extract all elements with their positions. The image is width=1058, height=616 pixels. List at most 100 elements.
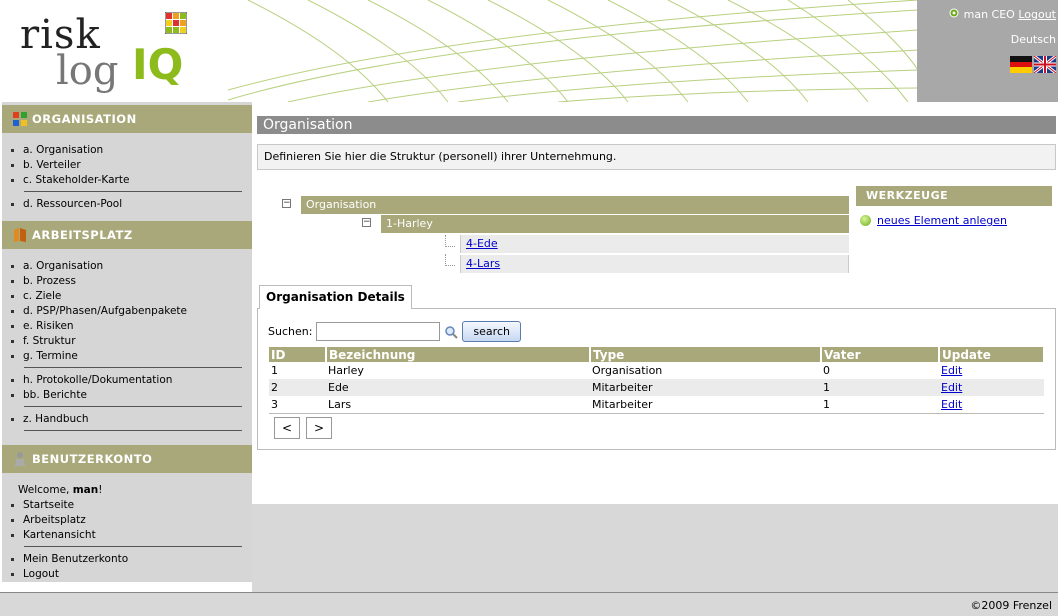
user-name: man CEO — [963, 8, 1015, 21]
divider — [10, 543, 252, 552]
details-panel: Suchen: search ID Bezeichnung Type Vater… — [257, 308, 1056, 450]
sidebar-item-verteiler[interactable]: b. Verteiler — [10, 158, 252, 173]
divider — [10, 188, 252, 197]
tools-item: neues Element anlegen — [860, 214, 1007, 227]
cell-type: Mitarbeiter — [590, 379, 821, 396]
logo-grid-icon — [165, 12, 187, 34]
column-header-vater[interactable]: Vater — [821, 347, 940, 362]
cell-parent: 0 — [823, 364, 830, 377]
footer: ©2009 Frenzel — [0, 592, 1058, 616]
organisation-menu: a. Organisation b. Verteiler c. Stakehol… — [2, 133, 252, 218]
tree-leaf-link[interactable]: 4-Ede — [466, 237, 498, 250]
new-element-link[interactable]: neues Element anlegen — [877, 214, 1007, 227]
table-row: 1 Harley Organisation 0 Edit — [269, 362, 1044, 379]
german-flag-icon[interactable] — [1010, 56, 1032, 73]
table-row: 3 Lars Mitarbeiter 1 Edit — [269, 396, 1044, 414]
header-mesh-graphic — [228, 0, 918, 102]
tree-connector — [445, 235, 455, 247]
sidebar-item-psp[interactable]: d. PSP/Phasen/Aufgabenpakete — [10, 304, 252, 319]
sidebar-title-organisation: ORGANISATION — [32, 112, 137, 126]
pager: < > — [274, 417, 332, 439]
sidebar-title-arbeitsplatz: ARBEITSPLATZ — [32, 228, 133, 242]
sidebar-item-handbuch[interactable]: z. Handbuch — [10, 412, 252, 427]
tree-collapse-child-icon[interactable]: − — [362, 218, 371, 227]
risklogiq-logo: risk log IQ — [20, 10, 220, 100]
copyright: ©2009 Frenzel — [970, 599, 1052, 612]
column-header-bezeichnung[interactable]: Bezeichnung — [326, 347, 591, 362]
prev-page-button[interactable]: < — [274, 417, 300, 439]
column-header-id[interactable]: ID — [269, 347, 327, 362]
page-description: Definieren Sie hier die Struktur (person… — [257, 144, 1056, 170]
cell-id: 2 — [269, 379, 326, 396]
cell-type: Mitarbeiter — [590, 396, 821, 414]
sidebar-item-struktur[interactable]: f. Struktur — [10, 334, 252, 349]
sidebar-item-stakeholder-karte[interactable]: c. Stakeholder-Karte — [10, 173, 252, 188]
tree-leaf-link[interactable]: 4-Lars — [466, 257, 500, 270]
cell-parent: 1 — [821, 396, 939, 414]
tree-connector — [445, 254, 455, 266]
sidebar-item-ziele[interactable]: c. Ziele — [10, 289, 252, 304]
edit-link[interactable]: Edit — [941, 364, 962, 377]
sidebar-item-startseite[interactable]: Startseite — [10, 498, 252, 513]
user-info: man CEO Logout — [948, 7, 1056, 21]
cell-type: Organisation — [592, 364, 663, 377]
divider — [10, 403, 252, 412]
cell-name: Ede — [326, 379, 590, 396]
search-input[interactable] — [316, 322, 441, 341]
sidebar-item-termine[interactable]: g. Termine — [10, 349, 252, 364]
cell-update: Edit — [939, 379, 1044, 396]
cell-id: 1 — [271, 364, 278, 377]
cell-update: Edit — [939, 396, 1044, 414]
cell-name: Harley — [328, 364, 364, 377]
next-page-button[interactable]: > — [306, 417, 332, 439]
sidebar-item-prozess[interactable]: b. Prozess — [10, 274, 252, 289]
header: risk log IQ man CEO Logout Deutsch — [0, 0, 1058, 102]
search-icon — [445, 325, 459, 339]
tree-collapse-root-icon[interactable]: − — [282, 199, 291, 208]
search-row: Suchen: search — [268, 321, 521, 342]
sidebar-header-arbeitsplatz: ARBEITSPLATZ — [2, 221, 252, 249]
user-account-icon — [15, 452, 25, 466]
sidebar-item-mein-benutzerkonto[interactable]: Mein Benutzerkonto — [10, 552, 252, 567]
tree-node-child[interactable]: 1-Harley — [381, 215, 849, 233]
organisation-icon — [13, 112, 27, 126]
column-header-type[interactable]: Type — [590, 347, 822, 362]
table-row: 2 Ede Mitarbeiter 1 Edit — [269, 379, 1044, 396]
sidebar-item-logout[interactable]: Logout — [10, 567, 252, 582]
cell-id: 3 — [269, 396, 326, 414]
search-button[interactable]: search — [462, 321, 521, 342]
edit-link[interactable]: Edit — [941, 398, 962, 411]
add-icon — [860, 215, 871, 226]
sidebar-item-berichte[interactable]: bb. Berichte — [10, 388, 252, 403]
sidebar: ORGANISATION a. Organisation b. Verteile… — [2, 102, 252, 582]
details-table: ID Bezeichnung Type Vater Update 1 Harle… — [269, 347, 1045, 414]
user-panel: man CEO Logout Deutsch — [917, 0, 1058, 102]
account-menu: Welcome, man! Startseite Arbeitsplatz Ka… — [2, 473, 252, 588]
sidebar-item-protokolle[interactable]: h. Protokolle/Dokumentation — [10, 373, 252, 388]
sidebar-item-arbeitsplatz[interactable]: Arbeitsplatz — [10, 513, 252, 528]
sidebar-item-kartenansicht[interactable]: Kartenansicht — [10, 528, 252, 543]
sidebar-item-risiken[interactable]: e. Risiken — [10, 319, 252, 334]
divider — [10, 364, 252, 373]
sidebar-item-ressourcen-pool[interactable]: d. Ressourcen-Pool — [10, 197, 252, 212]
tree-node-root[interactable]: Organisation — [301, 196, 849, 214]
arbeitsplatz-menu: a. Organisation b. Prozess c. Ziele d. P… — [2, 249, 252, 442]
tab-organisation-details[interactable]: Organisation Details — [259, 285, 412, 309]
sidebar-header-benutzerkonto: BENUTZERKONTO — [2, 445, 252, 473]
sidebar-item-ap-organisation[interactable]: a. Organisation — [10, 259, 252, 274]
workspace-icon — [14, 228, 26, 242]
uk-flag-icon[interactable] — [1034, 56, 1056, 73]
sidebar-title-benutzerkonto: BENUTZERKONTO — [32, 452, 153, 466]
sidebar-item-organisation[interactable]: a. Organisation — [10, 143, 252, 158]
logout-link[interactable]: Logout — [1018, 8, 1056, 21]
welcome-text: Welcome, man! — [18, 484, 103, 496]
language-label: Deutsch — [1010, 33, 1056, 46]
edit-link[interactable]: Edit — [941, 381, 962, 394]
sidebar-header-organisation: ORGANISATION — [2, 105, 252, 133]
sidebar-bottom-gap — [0, 582, 252, 592]
page-title: Organisation — [257, 116, 1056, 134]
main-content: Organisation Definieren Sie hier die Str… — [252, 102, 1058, 504]
column-header-update[interactable]: Update — [939, 347, 1045, 362]
divider — [10, 427, 252, 436]
content-filler — [252, 504, 1058, 592]
